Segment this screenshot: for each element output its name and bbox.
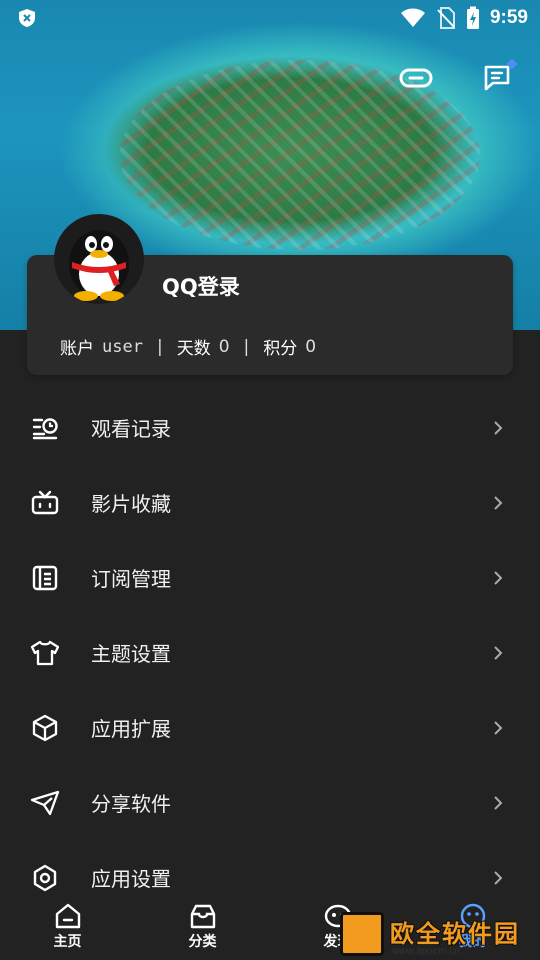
no-sim-icon — [437, 7, 455, 29]
chevron-right-icon — [494, 570, 503, 585]
avatar[interactable] — [54, 214, 144, 304]
watermark-logo — [340, 912, 384, 956]
account-value: user — [102, 336, 143, 357]
settings-menu: 观看记录 影片收藏 订阅管理 主题设置 应用扩展 分享软件 应用设置 — [0, 390, 540, 915]
tab-label: 分类 — [188, 934, 217, 950]
qq-penguin-icon — [69, 230, 129, 301]
watermark-text: 欧全软件园 — [390, 920, 520, 948]
menu-item-label: 分享软件 — [91, 792, 171, 816]
menu-item-label: 影片收藏 — [91, 492, 171, 516]
account-label: 账户 — [60, 339, 94, 359]
battery-charging-icon — [466, 6, 479, 29]
tab-label: 主页 — [53, 934, 82, 950]
tv-icon — [30, 488, 60, 518]
chevron-right-icon — [494, 420, 503, 435]
shirt-icon — [30, 638, 60, 668]
separator: | — [243, 336, 250, 357]
separator: | — [156, 336, 163, 357]
settings-icon — [30, 863, 60, 893]
status-time: 9:59 — [489, 7, 528, 28]
status-bar: 9:59 — [0, 0, 540, 36]
watermark: 欧全软件园 www.apoem.cn — [340, 910, 536, 958]
home-icon — [55, 903, 80, 929]
tab-home[interactable]: 主页 — [0, 898, 135, 960]
messages-button[interactable] — [480, 58, 518, 96]
menu-item-watch-history[interactable]: 观看记录 — [0, 390, 540, 465]
menu-item-label: 应用扩展 — [91, 717, 171, 741]
cube-icon — [30, 713, 60, 743]
menu-item-label: 观看记录 — [91, 417, 171, 441]
menu-item-label: 应用设置 — [91, 867, 171, 891]
days-value: 0 — [218, 336, 230, 357]
points-label: 积分 — [263, 339, 298, 359]
shield-icon — [19, 9, 35, 27]
link-icon — [399, 68, 433, 88]
chevron-right-icon — [494, 495, 503, 510]
menu-item-favorites[interactable]: 影片收藏 — [0, 465, 540, 540]
chevron-right-icon — [494, 795, 503, 810]
menu-item-label: 主题设置 — [91, 642, 171, 666]
chat-icon — [484, 65, 510, 91]
chevron-right-icon — [494, 870, 503, 885]
history-icon — [30, 413, 60, 443]
menu-item-subscriptions[interactable]: 订阅管理 — [0, 540, 540, 615]
menu-item-label: 订阅管理 — [91, 567, 171, 591]
menu-item-theme[interactable]: 主题设置 — [0, 615, 540, 690]
list-icon — [30, 563, 60, 593]
chevron-right-icon — [494, 645, 503, 660]
send-icon — [30, 788, 60, 818]
link-button[interactable] — [398, 60, 434, 96]
qq-login-link[interactable]: QQ登录 — [162, 271, 240, 301]
profile-stats: 账户 user | 天数 0 | 积分 0 — [60, 334, 317, 360]
menu-item-share[interactable]: 分享软件 — [0, 765, 540, 840]
wifi-icon — [400, 8, 425, 27]
days-label: 天数 — [176, 339, 211, 359]
watermark-url: www.apoem.cn — [392, 946, 460, 957]
header-actions — [398, 58, 518, 96]
chevron-right-icon — [494, 720, 503, 735]
menu-item-extensions[interactable]: 应用扩展 — [0, 690, 540, 765]
tab-category[interactable]: 分类 — [135, 898, 270, 960]
points-value: 0 — [305, 336, 317, 357]
category-icon — [190, 904, 215, 929]
